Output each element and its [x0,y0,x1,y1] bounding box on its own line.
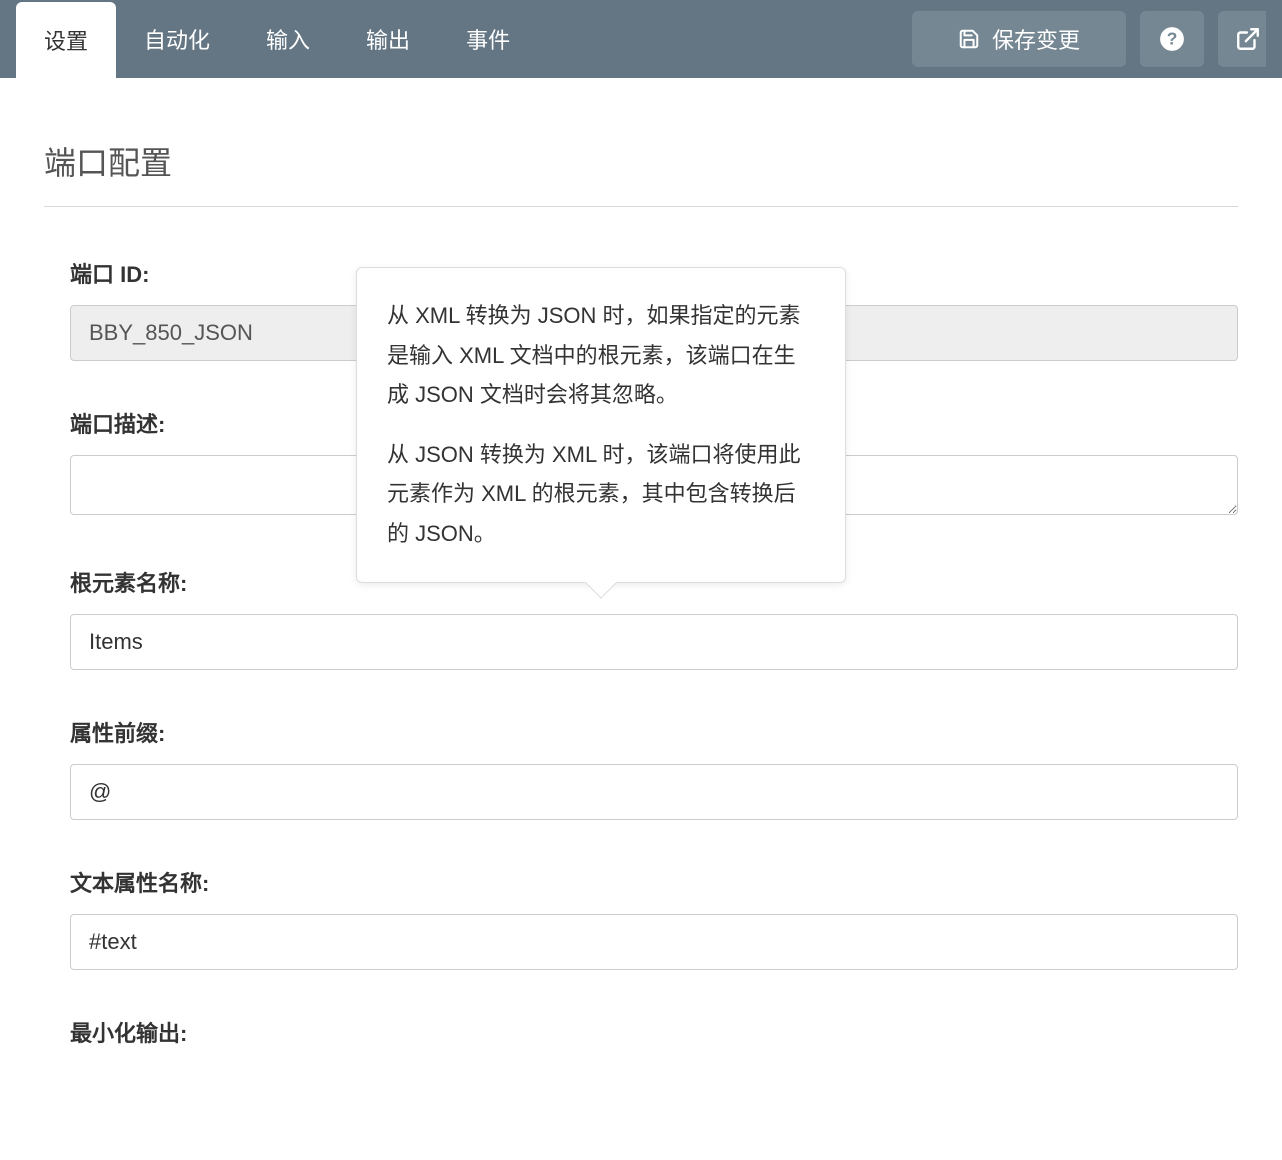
label-attr-prefix: 属性前缀: [70,716,1238,748]
label-minimize-output: 最小化输出: [70,1016,1238,1048]
external-button[interactable] [1218,11,1266,67]
tabs: 设置 自动化 输入 输出 事件 [0,0,538,78]
input-root-element[interactable] [70,614,1238,670]
field-minimize-output: 最小化输出: [70,1016,1238,1048]
save-icon [958,28,980,50]
save-button-label: 保存变更 [992,23,1080,55]
save-button[interactable]: 保存变更 [912,11,1126,67]
field-attr-prefix: 属性前缀: [70,716,1238,820]
help-button[interactable]: ? [1140,11,1204,67]
input-text-attr-name[interactable] [70,914,1238,970]
svg-text:?: ? [1167,28,1178,48]
external-link-icon [1235,26,1261,52]
tooltip-paragraph-2: 从 JSON 转换为 XML 时，该端口将使用此元素作为 XML 的根元素，其中… [387,435,815,554]
field-text-attr-name: 文本属性名称: [70,866,1238,970]
input-attr-prefix[interactable] [70,764,1238,820]
tooltip-paragraph-1: 从 XML 转换为 JSON 时，如果指定的元素是输入 XML 文档中的根元素，… [387,296,815,415]
help-icon: ? [1159,26,1185,52]
label-text-attr-name: 文本属性名称: [70,866,1238,898]
tab-output[interactable]: 输出 [338,0,438,78]
tooltip-root-element: 从 XML 转换为 JSON 时，如果指定的元素是输入 XML 文档中的根元素，… [356,267,846,583]
header-bar: 设置 自动化 输入 输出 事件 保存变更 ? [0,0,1282,78]
page-title: 端口配置 [44,138,1238,207]
main-content: 端口配置 端口 ID: 端口描述: 根元素名称: 属性前缀: 文本属性名称: 最… [0,78,1282,1114]
tab-automation[interactable]: 自动化 [116,0,238,78]
tab-settings[interactable]: 设置 [16,2,116,78]
header-actions: 保存变更 ? [912,0,1282,78]
tab-events[interactable]: 事件 [438,0,538,78]
tab-input[interactable]: 输入 [238,0,338,78]
